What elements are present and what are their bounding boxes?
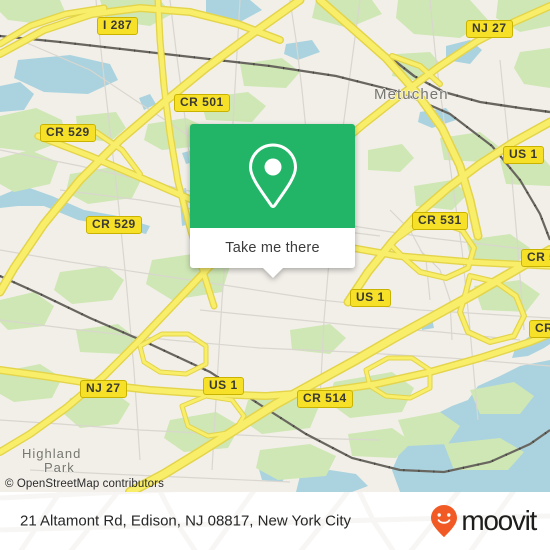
place-label-highland-park-line1: Highland	[22, 446, 82, 461]
popup-pointer	[261, 267, 284, 278]
footer-bar: 21 Altamont Rd, Edison, NJ 08817, New Yo…	[0, 492, 550, 550]
road-shield-cr-edge[interactable]: CR	[529, 320, 550, 338]
take-me-there-label: Take me there	[225, 240, 320, 256]
road-shield-nj27-south[interactable]: NJ 27	[80, 380, 127, 398]
osm-attribution[interactable]: © OpenStreetMap contributors	[5, 478, 164, 490]
road-shield-i287[interactable]: I 287	[97, 17, 139, 35]
destination-popup[interactable]: Take me there	[190, 124, 355, 278]
moovit-logo[interactable]: moovit	[430, 504, 537, 538]
road-shield-cr529-south[interactable]: CR 529	[86, 216, 142, 234]
address-text: 21 Altamont Rd, Edison, NJ 08817, New Yo…	[20, 512, 352, 530]
road-shield-cr501[interactable]: CR 501	[174, 94, 230, 112]
road-shield-cr514[interactable]: CR 514	[297, 390, 353, 408]
popup-action-area[interactable]: Take me there	[190, 228, 355, 268]
road-shield-nj27-north[interactable]: NJ 27	[466, 20, 513, 38]
road-shield-cr5-edge[interactable]: CR 5	[521, 249, 550, 267]
road-shield-us1-south[interactable]: US 1	[203, 377, 244, 395]
place-label-highland-park-line2: Park	[44, 460, 75, 475]
road-shield-cr531[interactable]: CR 531	[412, 212, 468, 230]
moovit-wordmark: moovit	[461, 505, 537, 536]
place-label-metuchen: Metuchen	[374, 86, 449, 103]
map-canvas[interactable]: Metuchen Highland Park I 287 NJ 27 CR 50…	[0, 0, 550, 492]
road-shield-us1-center[interactable]: US 1	[350, 289, 391, 307]
road-shield-us1-northeast[interactable]: US 1	[503, 146, 544, 164]
map-screenshot: Metuchen Highland Park I 287 NJ 27 CR 50…	[0, 0, 550, 550]
moovit-smiley-pin-logo-icon	[431, 505, 458, 537]
road-shield-cr529-north[interactable]: CR 529	[40, 124, 96, 142]
popup-image-area	[190, 124, 355, 228]
map-pin-icon	[248, 143, 297, 208]
